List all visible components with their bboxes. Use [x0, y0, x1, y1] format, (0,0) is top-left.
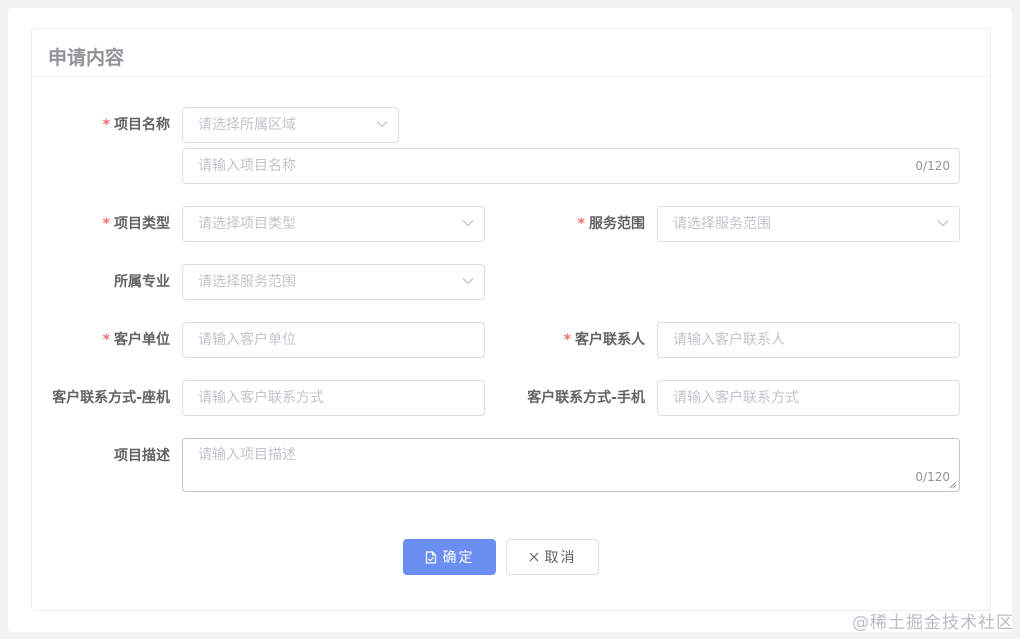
client-unit-input[interactable]: 请输入客户单位	[182, 322, 485, 358]
description-placeholder: 请输入项目描述	[198, 447, 296, 463]
application-card: 申请内容	[31, 28, 991, 611]
project-type-label-text: 项目类型	[114, 216, 170, 232]
project-name-counter: 0/120	[915, 159, 950, 173]
card-title: 申请内容	[48, 47, 125, 69]
client-landline-label: 客户联系方式-座机	[52, 390, 170, 406]
client-contact-label: * 客户联系人	[520, 322, 645, 358]
project-name-placeholder: 请输入项目名称	[198, 158, 296, 174]
watermark-text: @稀土掘金技术社区	[852, 613, 1014, 633]
client-landline-placeholder: 请输入客户联系方式	[198, 390, 324, 406]
description-label: 项目描述	[114, 448, 170, 464]
description-counter: 0/120	[915, 470, 950, 484]
required-star: *	[563, 332, 571, 348]
specialty-placeholder: 请选择服务范围	[198, 274, 296, 290]
client-contact-input[interactable]: 请输入客户联系人	[657, 322, 960, 358]
region-select-placeholder: 请选择所属区域	[198, 117, 296, 133]
chevron-down-icon	[462, 220, 474, 227]
client-contact-placeholder: 请输入客户联系人	[673, 332, 785, 348]
client-unit-label: * 客户单位	[70, 322, 170, 358]
required-star: *	[577, 216, 585, 232]
service-scope-label: * 服务范围	[520, 206, 645, 242]
description-textarea[interactable]: 请输入项目描述 0/120	[182, 438, 960, 492]
client-contact-label-text: 客户联系人	[575, 332, 645, 348]
project-type-select[interactable]: 请选择项目类型	[182, 206, 485, 242]
chevron-down-icon	[462, 278, 474, 285]
cancel-button[interactable]: 取消	[506, 539, 599, 575]
region-select[interactable]: 请选择所属区域	[182, 107, 399, 143]
cancel-button-label: 取消	[544, 550, 577, 566]
required-star: *	[102, 117, 110, 133]
project-type-placeholder: 请选择项目类型	[198, 216, 296, 232]
document-icon	[425, 550, 436, 564]
required-star: *	[102, 332, 110, 348]
client-unit-placeholder: 请输入客户单位	[198, 332, 296, 348]
service-scope-label-text: 服务范围	[589, 216, 645, 232]
specialty-label: 所属专业	[114, 274, 170, 290]
project-name-label: * 项目名称	[70, 107, 170, 143]
project-type-label: * 项目类型	[70, 206, 170, 242]
client-unit-label-text: 客户单位	[114, 332, 170, 348]
project-name-input[interactable]: 请输入项目名称 0/120	[182, 148, 960, 184]
close-icon	[529, 552, 538, 562]
resize-handle-icon[interactable]	[949, 481, 957, 489]
chevron-down-icon	[376, 121, 388, 128]
card-header: 申请内容	[32, 29, 990, 77]
client-mobile-input[interactable]: 请输入客户联系方式	[657, 380, 960, 416]
confirm-button-label: 确定	[442, 550, 475, 566]
client-landline-input[interactable]: 请输入客户联系方式	[182, 380, 485, 416]
project-name-label-text: 项目名称	[114, 117, 170, 133]
chevron-down-icon	[937, 220, 949, 227]
confirm-button[interactable]: 确定	[403, 539, 496, 575]
service-scope-placeholder: 请选择服务范围	[673, 216, 771, 232]
specialty-select[interactable]: 请选择服务范围	[182, 264, 485, 300]
service-scope-select[interactable]: 请选择服务范围	[657, 206, 960, 242]
client-mobile-placeholder: 请输入客户联系方式	[673, 390, 799, 406]
client-mobile-label: 客户联系方式-手机	[527, 390, 645, 406]
required-star: *	[102, 216, 110, 232]
